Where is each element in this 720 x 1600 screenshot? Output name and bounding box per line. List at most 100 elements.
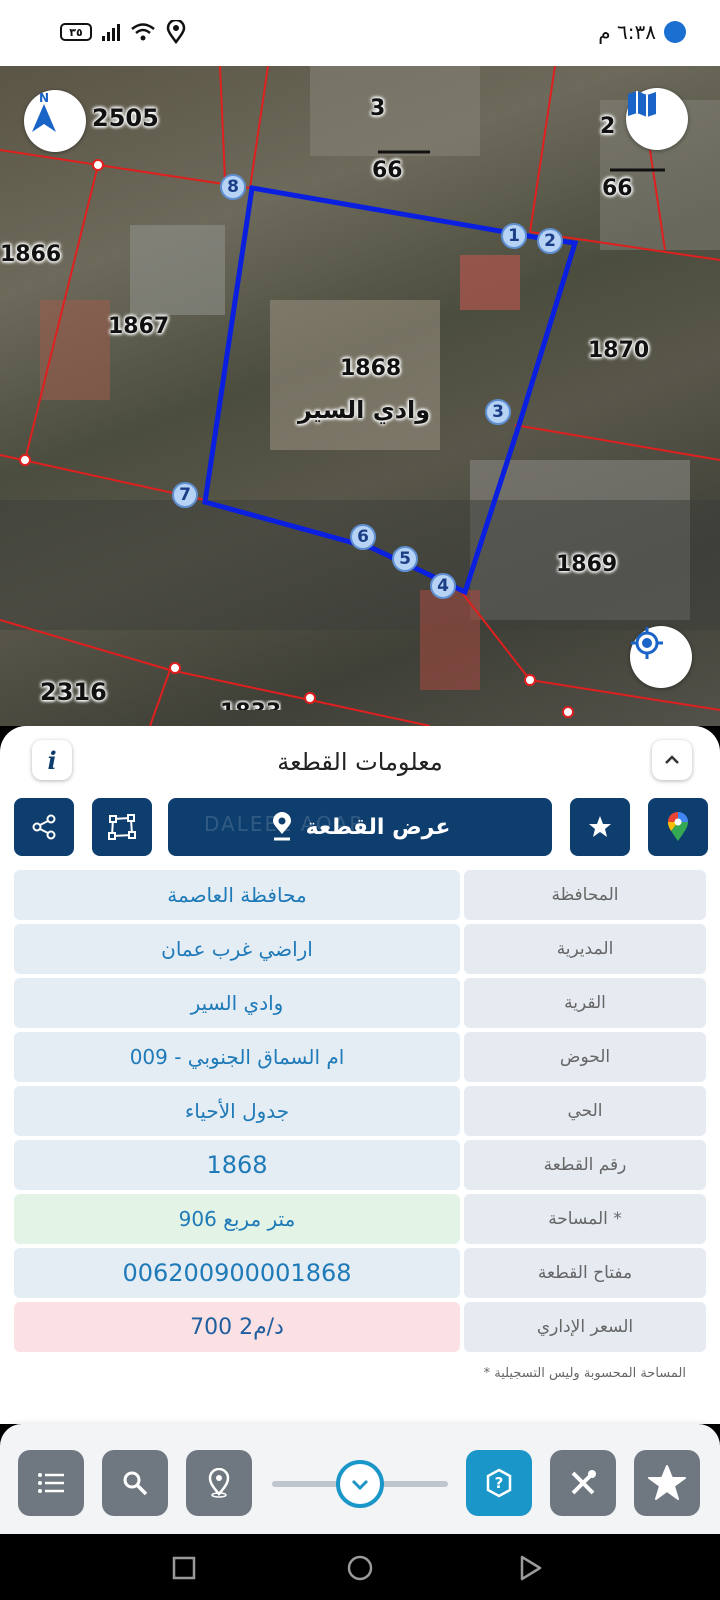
fraction-top: 3 — [370, 96, 386, 121]
wifi-icon — [131, 23, 155, 41]
area-footnote: * المساحة المحسوبة وليس التسجيلية — [483, 1366, 686, 1381]
locate-icon — [631, 627, 663, 659]
info-row-parcel-number: 1868 رقم القطعة — [14, 1140, 706, 1190]
star-icon — [589, 816, 611, 837]
map-view[interactable]: N 2505 1866 1867 1868 وادي السير 1870 18… — [0, 66, 720, 726]
info-row-directorate: اراضي غرب عمان المديرية — [14, 924, 706, 974]
info-value: جدول الأحياء — [14, 1086, 460, 1136]
tools-icon — [571, 1470, 596, 1495]
star-icon — [648, 1465, 686, 1500]
app-notification-icon — [664, 21, 686, 43]
location-pin-icon — [208, 1468, 230, 1498]
info-value: 906 متر مربع — [14, 1194, 460, 1244]
info-label: المديرية — [464, 924, 706, 974]
vertex-marker[interactable]: 4 — [430, 573, 456, 599]
info-label: السعر الإداري — [464, 1302, 706, 1352]
signal-icon — [102, 23, 120, 41]
parcel-label: 1866 — [0, 242, 62, 267]
info-label: رقم القطعة — [464, 1140, 706, 1190]
info-icon: i — [47, 745, 57, 775]
slider-chevron-icon — [351, 1479, 369, 1490]
map-layers-icon — [628, 91, 656, 117]
status-right: ٦:٣٨ م — [598, 20, 686, 44]
parcel-label: 1867 — [108, 314, 170, 339]
parcel-village-label: وادي السير — [298, 396, 431, 424]
info-label: القرية — [464, 978, 706, 1028]
fraction-top: 2 — [600, 114, 616, 139]
panel-title: معلومات القطعة — [277, 748, 443, 776]
view-parcel-button[interactable]: DALEEL AQAR عرض القطعة — [168, 798, 552, 856]
favorite-button[interactable] — [570, 798, 630, 856]
chevron-up-icon — [665, 755, 679, 764]
fraction-bottom: 66 — [602, 176, 633, 201]
info-label: المحافظة — [464, 870, 706, 920]
info-value: وادي السير — [14, 978, 460, 1028]
vertex-marker[interactable]: 5 — [392, 546, 418, 572]
location-button[interactable] — [186, 1450, 252, 1516]
info-row-governorate: محافظة العاصمة المحافظة — [14, 870, 706, 920]
locate-button[interactable] — [630, 626, 692, 688]
north-arrow-button[interactable]: N — [24, 90, 86, 152]
info-label: الحي — [464, 1086, 706, 1136]
share-button[interactable] — [14, 798, 74, 856]
vertex-marker[interactable]: 8 — [220, 174, 246, 200]
back-icon[interactable] — [518, 1554, 544, 1582]
info-button[interactable]: i — [32, 740, 72, 780]
info-value: اراضي غرب عمان — [14, 924, 460, 974]
status-bar: ٣٥ ٦:٣٨ م — [0, 0, 720, 66]
panel-header: معلومات القطعة i — [0, 740, 720, 788]
battery-icon: ٣٥ — [60, 23, 92, 41]
info-label: الحوض — [464, 1032, 706, 1082]
info-value: ام السماق الجنوبي - 009 — [14, 1032, 460, 1082]
search-icon — [123, 1471, 148, 1496]
info-value: 700 د/م2 — [14, 1302, 460, 1352]
help-icon: ? — [486, 1468, 512, 1498]
home-icon[interactable] — [346, 1554, 374, 1582]
list-icon — [38, 1473, 64, 1493]
parcel-number-label: 1868 — [340, 356, 402, 381]
recent-apps-icon[interactable] — [172, 1556, 196, 1580]
parcel-label: 2316 — [40, 678, 107, 706]
google-maps-icon — [668, 812, 688, 841]
info-row-village: وادي السير القرية — [14, 978, 706, 1028]
info-value: 006200900001868 — [14, 1248, 460, 1298]
bottom-toolbar: ? — [0, 1424, 720, 1534]
svg-text:N: N — [39, 91, 49, 105]
info-row-admin-price: 700 د/م2 السعر الإداري — [14, 1302, 706, 1352]
tools-button[interactable] — [550, 1450, 616, 1516]
vertex-marker[interactable]: 3 — [485, 399, 511, 425]
map-pin-icon — [272, 812, 291, 841]
info-label: مفتاح القطعة — [464, 1248, 706, 1298]
share-icon — [32, 814, 56, 840]
parcel-label: 1869 — [556, 552, 618, 577]
info-value: محافظة العاصمة — [14, 870, 460, 920]
zoom-slider-knob[interactable] — [336, 1460, 384, 1508]
info-row-basin: ام السماق الجنوبي - 009 الحوض — [14, 1032, 706, 1082]
fraction-bottom: 66 — [372, 158, 403, 183]
vertex-marker[interactable]: 7 — [172, 482, 198, 508]
vertex-marker[interactable]: 1 — [501, 223, 527, 249]
info-row-area: 906 متر مربع المساحة * — [14, 1194, 706, 1244]
google-maps-button[interactable] — [648, 798, 708, 856]
list-button[interactable] — [18, 1450, 84, 1516]
favorites-button[interactable] — [634, 1450, 700, 1516]
status-left: ٣٥ — [60, 20, 186, 44]
polygon-button[interactable] — [92, 798, 152, 856]
help-button[interactable]: ? — [466, 1450, 532, 1516]
vertex-marker[interactable]: 6 — [350, 524, 376, 550]
status-time: ٦:٣٨ م — [598, 20, 656, 44]
map-layers-button[interactable] — [626, 88, 688, 150]
view-parcel-label: عرض القطعة — [305, 814, 451, 840]
app-screen: ٣٥ ٦:٣٨ م N 2505 1866 1867 1868 وادي الس… — [0, 0, 720, 1600]
location-status-icon — [166, 20, 186, 44]
search-button[interactable] — [102, 1450, 168, 1516]
info-label: المساحة * — [464, 1194, 706, 1244]
parcel-label: 1870 — [588, 338, 650, 363]
north-arrow-icon: N — [32, 91, 56, 132]
collapse-button[interactable] — [652, 740, 692, 780]
svg-text:?: ? — [495, 1474, 504, 1492]
parcel-label: 2505 — [92, 104, 159, 132]
vertex-marker[interactable]: 2 — [537, 228, 563, 254]
system-navigation-bar — [0, 1534, 720, 1600]
info-row-parcel-key: 006200900001868 مفتاح القطعة — [14, 1248, 706, 1298]
